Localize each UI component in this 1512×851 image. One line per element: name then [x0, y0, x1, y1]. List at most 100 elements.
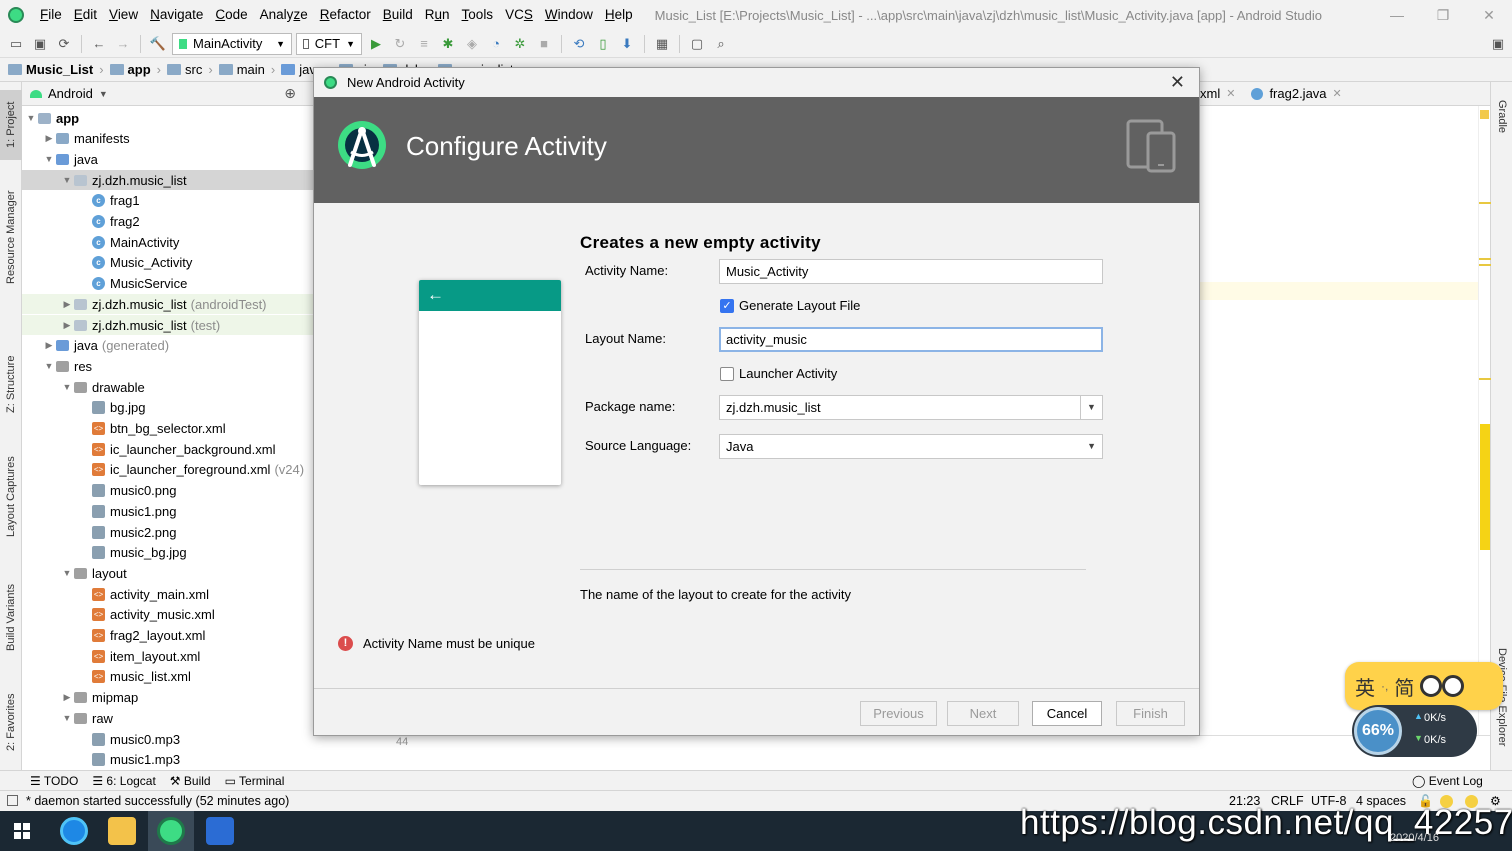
event-log-button[interactable]: ◯ Event Log	[1412, 774, 1483, 788]
user-icon[interactable]: ▣	[1488, 34, 1508, 54]
edge-browser-icon[interactable]	[60, 817, 88, 845]
tree-node[interactable]: c MainActivity	[22, 232, 314, 252]
tree-node[interactable]: music1.png	[22, 501, 314, 521]
expand-right-icon[interactable]: ▶	[42, 340, 56, 351]
tree-node[interactable]: <> frag2_layout.xml	[22, 626, 314, 646]
generate-layout-checkbox[interactable]: ✓	[720, 299, 734, 313]
search-icon[interactable]: ⌕	[711, 34, 731, 54]
layout-inspector-icon[interactable]: ▢	[687, 34, 707, 54]
make-project-icon[interactable]: 🔨	[148, 34, 168, 54]
run-config-select[interactable]: MainActivity ▼	[172, 32, 292, 55]
toggle-tool-windows-icon[interactable]	[7, 795, 18, 806]
tree-node[interactable]: <> activity_main.xml	[22, 584, 314, 604]
tree-node[interactable]: c MusicService	[22, 274, 314, 294]
tree-node[interactable]: <> ic_launcher_foreground.xml (v24)	[22, 460, 314, 480]
sdk-manager-icon[interactable]: ⬇	[617, 34, 637, 54]
word-icon[interactable]	[206, 817, 234, 845]
expand-right-icon[interactable]: ▶	[60, 320, 74, 331]
close-tab-icon[interactable]: ✕	[1226, 87, 1235, 100]
breadcrumb-item[interactable]: main	[218, 62, 265, 77]
menu-refactor[interactable]: Refactor	[314, 0, 377, 30]
tree-node[interactable]: <> music_list.xml	[22, 667, 314, 687]
menu-code[interactable]: Code	[209, 0, 253, 30]
menu-window[interactable]: Window	[539, 0, 599, 30]
maximize-button[interactable]: ❐	[1420, 0, 1466, 30]
tree-node[interactable]: ▼ zj.dzh.music_list	[22, 170, 314, 191]
stop-icon[interactable]: ■	[534, 34, 554, 54]
close-tab-icon[interactable]: ✕	[1333, 87, 1342, 100]
tree-node[interactable]: music1.mp3	[22, 750, 314, 770]
save-all-icon[interactable]: ▣	[30, 34, 50, 54]
tree-node[interactable]: <> btn_bg_selector.xml	[22, 419, 314, 439]
tree-node[interactable]: <> item_layout.xml	[22, 646, 314, 666]
ime-widget[interactable]: 英 ·, 简	[1345, 662, 1503, 710]
breadcrumb-item[interactable]: src	[167, 62, 202, 77]
scrollbar-thumb[interactable]	[1480, 424, 1490, 550]
tree-node[interactable]: music0.png	[22, 481, 314, 501]
breadcrumb-item[interactable]: app	[109, 62, 151, 77]
back-icon[interactable]: ←	[89, 34, 109, 54]
expand-down-icon[interactable]: ▼	[60, 382, 74, 392]
breadcrumb-item[interactable]: Music_List	[8, 62, 93, 77]
expand-right-icon[interactable]: ▶	[42, 133, 56, 144]
attach-debugger-icon[interactable]: ✲	[510, 34, 530, 54]
tree-node[interactable]: c frag2	[22, 212, 314, 232]
avd-manager-icon[interactable]: ▯	[593, 34, 613, 54]
chevron-down-icon[interactable]: ▼	[1080, 396, 1102, 419]
profile-icon[interactable]: ◔	[486, 34, 506, 54]
tree-node[interactable]: ▶ manifests	[22, 129, 314, 149]
layout-name-field[interactable]: activity_music	[719, 327, 1103, 352]
expand-down-icon[interactable]: ▼	[60, 568, 74, 578]
tool-tab-gradle[interactable]: Gradle	[1491, 92, 1512, 142]
tool-tab-resource-manager[interactable]: Resource Manager	[0, 182, 22, 292]
sync-icon[interactable]: ⟳	[54, 34, 74, 54]
finish-button[interactable]: Finish	[1116, 701, 1185, 726]
tree-node[interactable]: ▶ mipmap	[22, 688, 314, 708]
open-folder-icon[interactable]: ▭	[6, 34, 26, 54]
tool-tab-logcat[interactable]: ☰ 6: Logcat	[92, 774, 155, 788]
tree-node[interactable]: <> activity_music.xml	[22, 605, 314, 625]
expand-down-icon[interactable]: ▼	[42, 154, 56, 164]
tree-node[interactable]: music0.mp3	[22, 729, 314, 749]
close-window-button[interactable]: ✕	[1466, 0, 1512, 30]
activity-name-field[interactable]: Music_Activity	[719, 259, 1103, 284]
network-speed-widget[interactable]: 66% ▲ 0K/s ▼ 0K/s	[1352, 705, 1477, 757]
previous-button[interactable]: Previous	[860, 701, 937, 726]
tree-node[interactable]: ▼ layout	[22, 563, 314, 583]
expand-down-icon[interactable]: ▼	[60, 175, 74, 185]
menu-file[interactable]: File	[34, 0, 68, 30]
tree-node[interactable]: music2.png	[22, 522, 314, 542]
start-icon[interactable]	[14, 823, 30, 839]
cancel-button[interactable]: Cancel	[1032, 701, 1102, 726]
tree-node[interactable]: ▼ java	[22, 149, 314, 169]
tool-tab-build-variants[interactable]: Build Variants	[0, 572, 22, 662]
tool-tab-favorites[interactable]: 2: Favorites	[0, 682, 22, 762]
menu-tools[interactable]: Tools	[456, 0, 500, 30]
project-view-select[interactable]: Android	[48, 86, 93, 101]
taskbar-clock[interactable]: 2020/4/16	[1390, 832, 1439, 844]
menu-build[interactable]: Build	[377, 0, 419, 30]
editor-tab-frag2[interactable]: frag2.java	[1269, 86, 1326, 101]
debug-icon[interactable]: ✱	[438, 34, 458, 54]
expand-down-icon[interactable]: ▼	[60, 713, 74, 723]
next-button[interactable]: Next	[947, 701, 1019, 726]
apply-changes-icon[interactable]: ↻	[390, 34, 410, 54]
coverage-icon[interactable]: ◈	[462, 34, 482, 54]
device-select[interactable]: CFT ▼	[296, 32, 362, 55]
close-icon[interactable]: ✕	[1170, 72, 1185, 93]
tree-node[interactable]: music_bg.jpg	[22, 543, 314, 563]
source-language-select[interactable]: Java ▼	[719, 434, 1103, 459]
menu-navigate[interactable]: Navigate	[144, 0, 209, 30]
code-editor[interactable]	[1200, 106, 1491, 744]
tool-tab-structure[interactable]: Z: Structure	[0, 344, 22, 424]
locate-icon[interactable]: ⊕	[284, 85, 296, 102]
menu-help[interactable]: Help	[599, 0, 639, 30]
menu-view[interactable]: View	[103, 0, 144, 30]
tree-node[interactable]: ▼ drawable	[22, 377, 314, 397]
expand-right-icon[interactable]: ▶	[60, 299, 74, 310]
package-name-combo[interactable]: zj.dzh.music_list ▼	[719, 395, 1103, 420]
menu-analyze[interactable]: Analyze	[254, 0, 314, 30]
tree-node[interactable]: c frag1	[22, 191, 314, 211]
sync-gradle-icon[interactable]: ⟲	[569, 34, 589, 54]
editor-tab-partial[interactable]: xml	[1200, 86, 1220, 101]
